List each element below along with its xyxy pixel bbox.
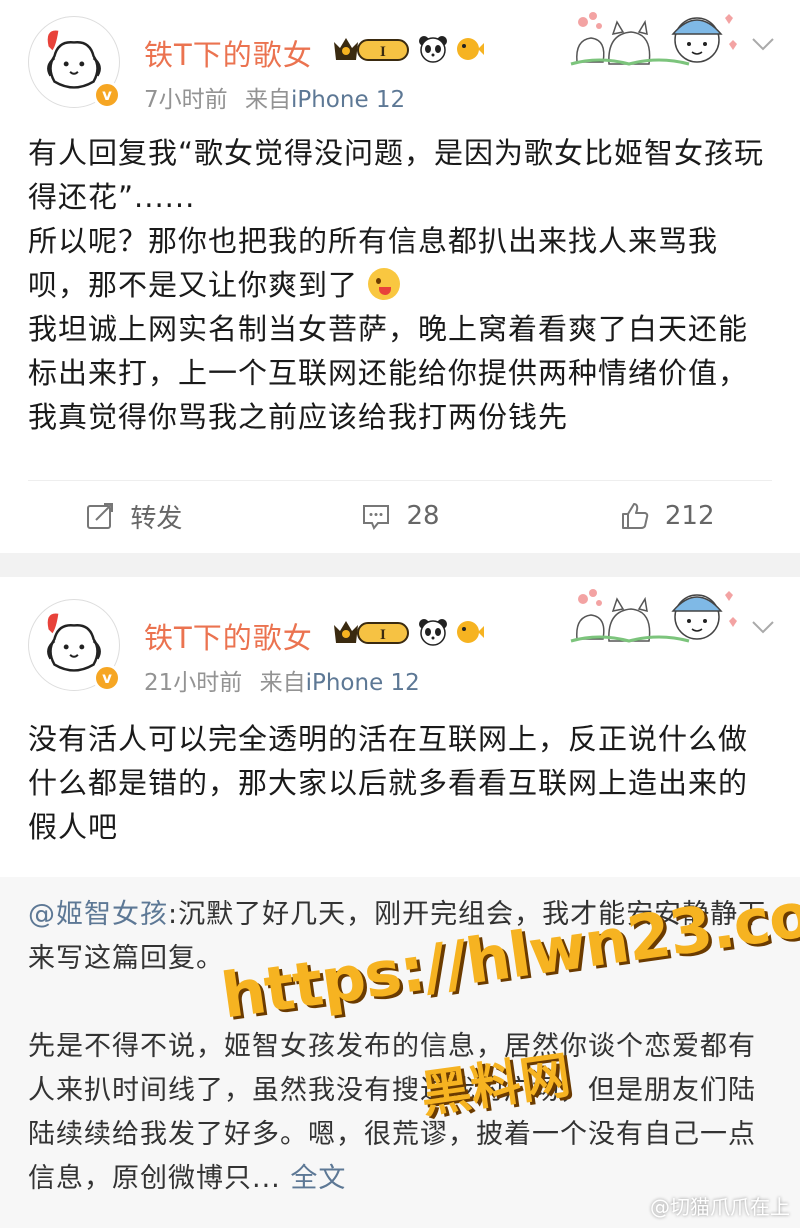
verified-badge-icon: v [93,664,121,692]
thumbs-up-icon [621,503,649,529]
post-time: 21小时前 [144,670,243,696]
chevron-down-icon[interactable] [750,30,776,56]
user-badges: I [332,34,484,64]
repost-button[interactable]: 转发 [0,481,267,551]
chevron-down-icon[interactable] [750,613,776,639]
source-prefix: 来自 [244,87,291,113]
post-source[interactable]: iPhone 12 [291,87,405,113]
svg-text:I: I [380,44,386,60]
source-prefix: 来自 [259,670,306,696]
post-paragraph-1: 没有活人可以完全透明的活在互联网上，反正说什么做什么都是错的，那大家以后就多看看… [28,722,749,844]
repost-icon [87,503,114,529]
comment-count: 28 [406,501,440,531]
post-source[interactable]: iPhone 12 [306,670,420,696]
card-decoration-icon [570,12,737,66]
post-meta: 21小时前 来自iPhone 12 [144,663,420,697]
post-meta: 7小时前 来自iPhone 12 [144,80,405,114]
vip-crown-badge-icon[interactable]: I [332,34,412,64]
weibo-post-1: v 铁T下的歌女 I 7小时前 来自iPhone 12 有人回复我“歌女觉得没问… [0,0,800,553]
watermark-credit: @切猫爪爪在上 [650,1195,790,1219]
mention-link[interactable]: @姬智女孩 [28,899,168,930]
username[interactable]: 铁T下的歌女 [144,615,313,657]
panda-icon[interactable] [418,34,448,64]
post-content: 没有活人可以完全透明的活在互联网上，反正说什么做什么都是错的，那大家以后就多看看… [28,717,772,849]
svg-text:I: I [380,627,386,643]
like-count: 212 [664,501,715,531]
post-paragraph-2: 所以呢？那你也把我的所有信息都扒出来找人来骂我呗，那不是又让你爽到了 [28,219,772,307]
tongue-out-emoji-icon [368,268,401,300]
post-time: 7小时前 [144,87,228,113]
like-button[interactable]: 212 [533,481,800,551]
avatar[interactable]: v [28,599,121,692]
repost-line-2: 先是不得不说，姬智女孩发布的信息，居然你谈个恋爱都有人来扒时间线了，虽然我没有搜… [28,1031,756,1194]
post-content: 有人回复我“歌女觉得没问题，是因为歌女比姬智女孩玩得还花”...... 所以呢？… [28,131,772,439]
comment-button[interactable]: 28 [267,481,534,551]
full-text-link[interactable]: 全文 [290,1163,346,1194]
comment-icon [363,505,390,530]
action-bar: 转发 28 212 [0,481,800,551]
avatar[interactable]: v [28,16,121,109]
verified-badge-icon: v [93,81,121,109]
pufferfish-icon[interactable] [454,617,484,647]
vip-crown-badge-icon[interactable]: I [332,617,412,647]
pufferfish-icon[interactable] [454,34,484,64]
post-paragraph-1: 有人回复我“歌女觉得没问题，是因为歌女比姬智女孩玩得还花”...... [28,136,765,214]
panda-icon[interactable] [418,617,448,647]
user-badges: I [332,617,484,647]
post-paragraph-3: 我坦诚上网实名制当女菩萨，晚上窝着看爽了白天还能标出来打，上一个互联网还能给你提… [28,312,749,434]
repost-label: 转发 [130,503,183,534]
repost-paragraph-2: 先是不得不说，姬智女孩发布的信息，居然你谈个恋爱都有人来扒时间线了，虽然我没有搜… [28,1025,772,1201]
username[interactable]: 铁T下的歌女 [144,32,313,74]
card-decoration-icon [570,589,737,643]
